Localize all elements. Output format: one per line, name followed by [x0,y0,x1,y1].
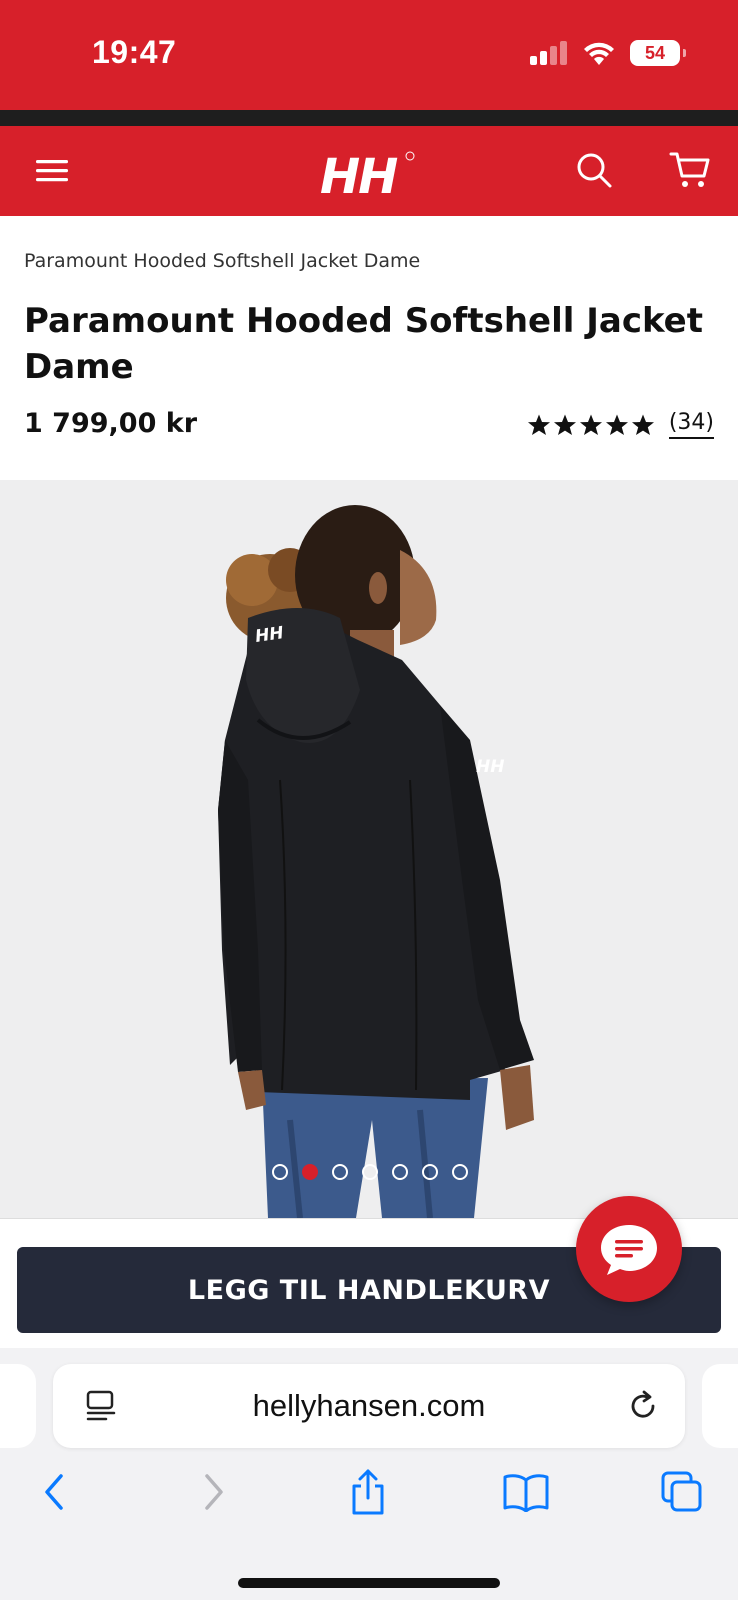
gallery-dot[interactable] [362,1164,378,1180]
site-header: HH [0,126,738,216]
star-icon [605,414,628,435]
gallery-dot[interactable] [422,1164,438,1180]
gallery-dot[interactable] [392,1164,408,1180]
share-button[interactable] [344,1468,392,1516]
star-icon [553,414,576,435]
browser-toolbar: hellyhansen.com [0,1348,738,1600]
jacket-logo-sleeve: HH [476,757,504,777]
product-image-gallery[interactable]: HH HH [0,480,738,1218]
product-image: HH HH [218,505,534,1218]
jacket-logo-hood: HH [254,623,285,647]
star-icon [579,414,602,435]
chat-button[interactable] [576,1196,682,1302]
battery-icon: 54 [630,40,686,66]
hamburger-icon [36,160,68,182]
status-bar: 19:47 54 [0,0,738,110]
breadcrumb[interactable]: Paramount Hooded Softshell Jacket Dame [24,250,420,272]
menu-button[interactable] [34,154,70,188]
share-icon [352,1469,384,1515]
book-icon [503,1474,549,1512]
header-divider [0,110,738,126]
gallery-pagination [272,1164,468,1180]
product-title: Paramount Hooded Softshell Jacket Dame [24,301,703,387]
reload-button[interactable] [625,1388,661,1424]
back-button[interactable] [30,1468,78,1516]
url-text[interactable]: hellyhansen.com [53,1388,685,1424]
product-rating[interactable]: (34) [527,410,714,439]
chevron-right-icon [205,1474,223,1510]
tabs-button[interactable] [658,1468,706,1516]
address-bar[interactable]: hellyhansen.com [53,1364,685,1448]
status-time: 19:47 [92,34,177,70]
wifi-icon [584,42,614,65]
chat-bubble-icon [601,1225,657,1275]
next-tab-preview[interactable] [702,1364,738,1448]
forward-button[interactable] [190,1468,238,1516]
bookmarks-button[interactable] [502,1468,550,1516]
gallery-dot[interactable] [452,1164,468,1180]
chevron-left-icon [45,1474,63,1510]
cart-button[interactable] [668,148,712,192]
gallery-dot[interactable] [272,1164,288,1180]
hh-logo[interactable]: HH [320,148,420,205]
gallery-dot[interactable] [332,1164,348,1180]
star-icon [631,414,654,435]
browser-nav-row [0,1468,738,1528]
product-price: 1 799,00 kr [24,408,198,439]
status-icons: 54 [530,40,686,66]
star-icon [527,414,550,435]
tabs-icon [661,1471,702,1512]
home-indicator [238,1578,500,1588]
rating-stars [527,413,655,437]
product-info: Paramount Hooded Softshell Jacket Dame P… [0,216,738,480]
review-count-link[interactable]: (34) [668,410,714,439]
search-button[interactable] [574,150,614,190]
gallery-dot-active[interactable] [302,1164,318,1180]
cart-icon [669,152,710,187]
search-icon [577,153,612,188]
reload-icon [631,1390,655,1418]
logo-text: HH [320,149,398,200]
signal-icon [530,41,567,65]
previous-tab-preview[interactable] [0,1364,36,1448]
